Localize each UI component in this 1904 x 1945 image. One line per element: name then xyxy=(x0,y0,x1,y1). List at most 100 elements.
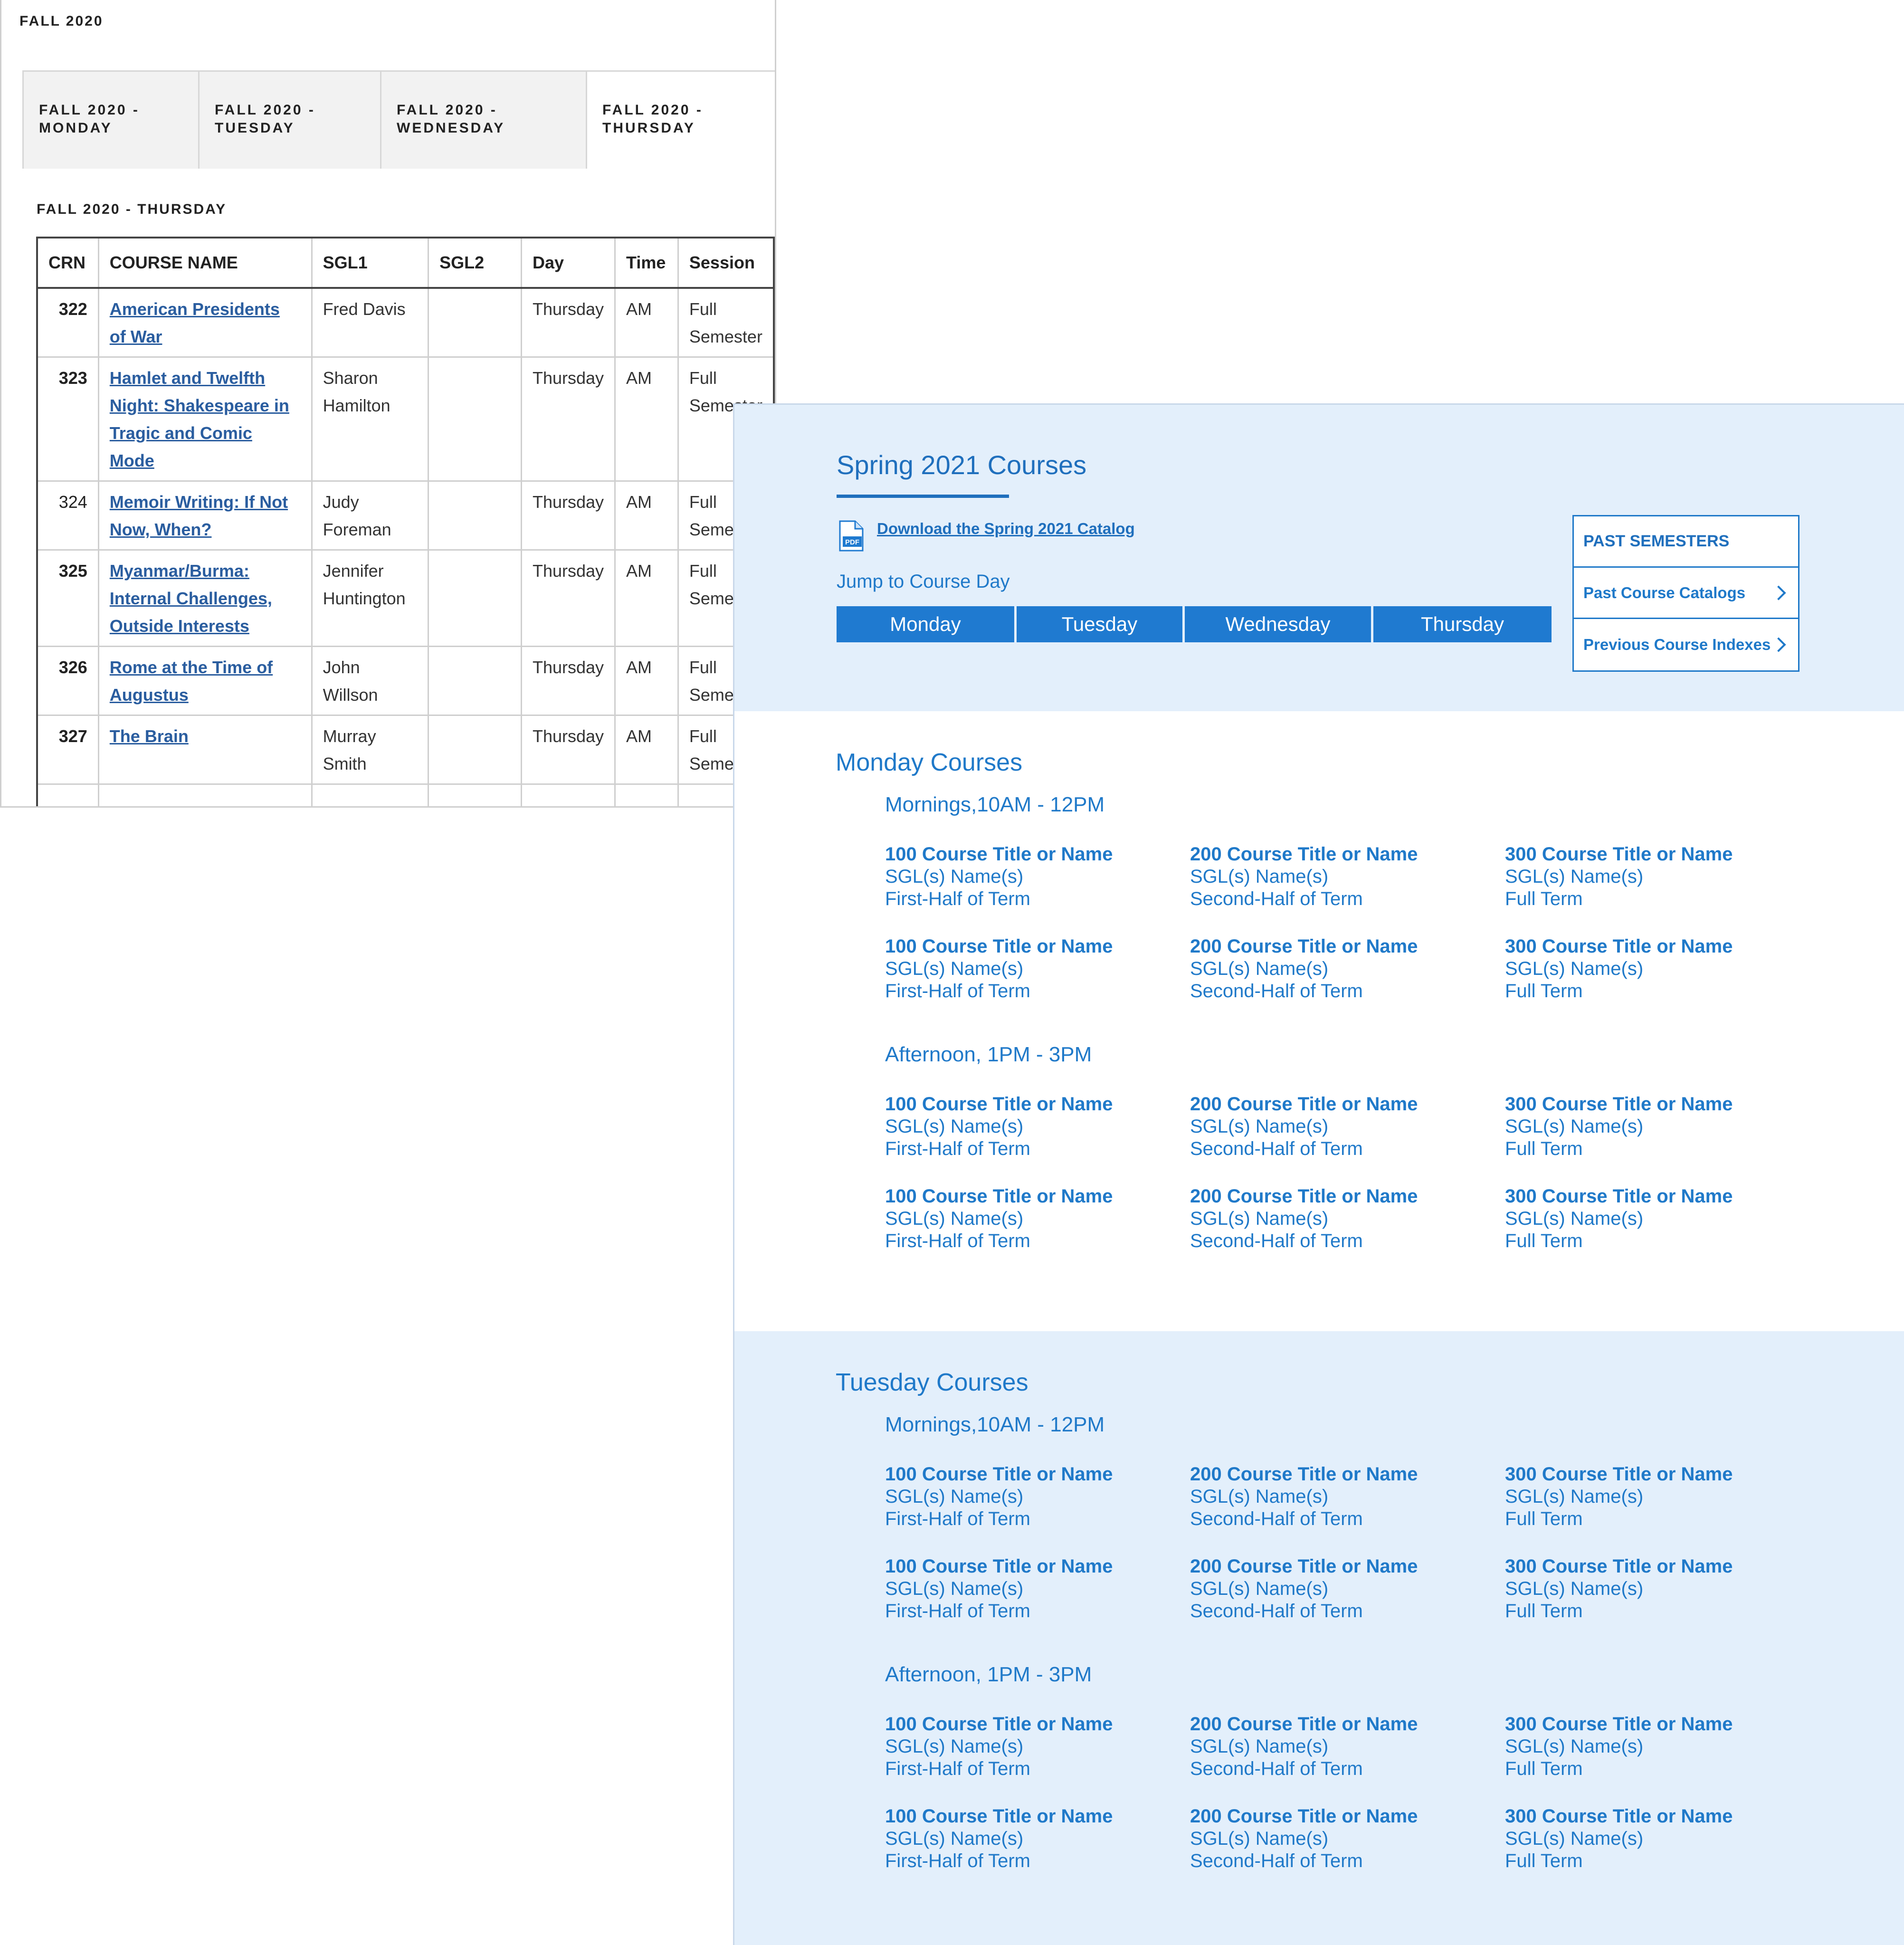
period-title: Afternoon, 1PM - 3PM xyxy=(885,1043,1092,1066)
course-table: CRN COURSE NAME SGL1 SGL2 Day Time Sessi… xyxy=(36,237,775,806)
course-title-link[interactable]: 100 Course Title or Name xyxy=(885,935,1113,958)
course-link[interactable]: Memoir Writing: If Not Now, When? xyxy=(110,492,288,539)
course-link[interactable]: Hamlet and Twelfth Night: Shakespeare in… xyxy=(110,368,289,470)
cell-crn: 325 xyxy=(36,549,99,647)
monday-button[interactable]: Monday xyxy=(837,606,1014,642)
course-title-link[interactable]: 100 Course Title or Name xyxy=(885,1093,1113,1116)
course-title-link[interactable]: 100 Course Title or Name xyxy=(885,1805,1113,1828)
period-title: Mornings,10AM - 12PM xyxy=(885,793,1105,816)
course-term: Full Term xyxy=(1505,1601,1583,1621)
course-sgl-names: SGL(s) Name(s) xyxy=(1190,1828,1329,1849)
cell-sgl1 xyxy=(311,783,429,806)
table-row: 326 Rome at the Time of Augustus John Wi… xyxy=(36,646,775,716)
cell-time: AM xyxy=(614,646,679,716)
course-sgl-names: SGL(s) Name(s) xyxy=(1505,866,1644,887)
course-sgl-names: SGL(s) Name(s) xyxy=(1190,1208,1329,1229)
course-title-link[interactable]: 300 Course Title or Name xyxy=(1505,843,1733,866)
course-item: 200 Course Title or Name SGL(s) Name(s) Se… xyxy=(1190,1805,1418,1872)
course-sgl-names: SGL(s) Name(s) xyxy=(885,866,1024,887)
header-sgl1: SGL1 xyxy=(311,237,429,289)
course-sgl-names: SGL(s) Name(s) xyxy=(885,1116,1024,1137)
course-term: First-Half of Term xyxy=(885,888,1030,909)
cell-course-name: The Brain xyxy=(97,715,313,785)
course-term: Full Term xyxy=(1505,1508,1583,1529)
course-term: First-Half of Term xyxy=(885,1758,1030,1779)
course-title-link[interactable]: 100 Course Title or Name xyxy=(885,1463,1113,1486)
course-term: Second-Half of Term xyxy=(1190,1758,1363,1779)
course-title-link[interactable]: 300 Course Title or Name xyxy=(1505,1463,1733,1486)
course-sgl-names: SGL(s) Name(s) xyxy=(1190,1486,1329,1507)
cell-crn xyxy=(36,783,99,806)
cell-course-name: Memoir Writing: If Not Now, When? xyxy=(97,480,313,551)
course-sgl-names: SGL(s) Name(s) xyxy=(1505,1486,1644,1507)
course-link[interactable]: American Presidents of War xyxy=(110,299,280,346)
course-sgl-names: SGL(s) Name(s) xyxy=(885,1736,1024,1757)
cell-sgl2 xyxy=(428,783,522,806)
course-title-link[interactable]: 200 Course Title or Name xyxy=(1190,1185,1418,1208)
title-underline xyxy=(837,495,1009,498)
course-title-link[interactable]: 200 Course Title or Name xyxy=(1190,1463,1418,1486)
cell-day: Thursday xyxy=(520,549,616,647)
course-title-link[interactable]: 300 Course Title or Name xyxy=(1505,1555,1733,1578)
course-sgl-names: SGL(s) Name(s) xyxy=(1190,866,1329,887)
course-title-link[interactable]: 300 Course Title or Name xyxy=(1505,1093,1733,1116)
course-link[interactable]: Myanmar/Burma: Internal Challenges, Outs… xyxy=(110,561,272,636)
course-term: Second-Half of Term xyxy=(1190,1138,1363,1159)
cell-course-name: Rome at the Time of Augustus xyxy=(97,646,313,716)
course-item: 100 Course Title or Name SGL(s) Name(s) Fi… xyxy=(885,1713,1113,1780)
course-title-link[interactable]: 100 Course Title or Name xyxy=(885,1555,1113,1578)
tuesday-courses-section: Tuesday Courses Mornings,10AM - 12PM 100 … xyxy=(734,1331,1904,1945)
course-title-link[interactable]: 300 Course Title or Name xyxy=(1505,1805,1733,1828)
header-sgl2: SGL2 xyxy=(428,237,522,289)
wednesday-button[interactable]: Wednesday xyxy=(1185,606,1371,642)
cell-course-name: Myanmar/Burma: Internal Challenges, Outs… xyxy=(97,549,313,647)
pdf-icon[interactable]: PDF xyxy=(838,520,865,552)
download-catalog-link[interactable]: Download the Spring 2021 Catalog xyxy=(877,520,1135,538)
course-title-link[interactable]: 200 Course Title or Name xyxy=(1190,1713,1418,1735)
past-course-catalogs-link[interactable]: Past Course Catalogs xyxy=(1574,568,1798,619)
course-item: 300 Course Title or Name SGL(s) Name(s) Fu… xyxy=(1505,1463,1733,1530)
tab-tuesday[interactable]: FALL 2020 - TUESDAY xyxy=(198,72,380,169)
course-title-link[interactable]: 200 Course Title or Name xyxy=(1190,843,1418,866)
course-title-link[interactable]: 200 Course Title or Name xyxy=(1190,1093,1418,1116)
page-title: FALL 2020 xyxy=(19,13,104,29)
link-label: Previous Course Indexes xyxy=(1583,636,1771,653)
tab-thursday[interactable]: FALL 2020 - THURSDAY xyxy=(586,72,775,169)
cell-day: Thursday xyxy=(520,646,616,716)
course-title-link[interactable]: 200 Course Title or Name xyxy=(1190,935,1418,958)
course-title-link[interactable]: 200 Course Title or Name xyxy=(1190,1555,1418,1578)
course-title-link[interactable]: 200 Course Title or Name xyxy=(1190,1805,1418,1828)
cell-day: Thursday xyxy=(520,480,616,551)
course-term: Second-Half of Term xyxy=(1190,1230,1363,1251)
course-item: 200 Course Title or Name SGL(s) Name(s) Se… xyxy=(1190,935,1418,1002)
course-title-link[interactable]: 100 Course Title or Name xyxy=(885,843,1113,866)
course-term: Full Term xyxy=(1505,1230,1583,1251)
course-title-link[interactable]: 100 Course Title or Name xyxy=(885,1185,1113,1208)
thursday-button[interactable]: Thursday xyxy=(1373,606,1552,642)
cell-sgl1: Judy Foreman xyxy=(311,480,429,551)
course-title-link[interactable]: 100 Course Title or Name xyxy=(885,1713,1113,1735)
tuesday-button[interactable]: Tuesday xyxy=(1017,606,1182,642)
tab-wednesday[interactable]: FALL 2020 - WEDNESDAY xyxy=(380,72,586,169)
course-term: Second-Half of Term xyxy=(1190,888,1363,909)
course-item: 200 Course Title or Name SGL(s) Name(s) Se… xyxy=(1190,1463,1418,1530)
course-link[interactable]: Rome at the Time of Augustus xyxy=(110,658,273,705)
previous-course-indexes-link[interactable]: Previous Course Indexes xyxy=(1574,619,1798,670)
course-item: 100 Course Title or Name SGL(s) Name(s) Fi… xyxy=(885,843,1113,910)
course-term: Second-Half of Term xyxy=(1190,981,1363,1001)
course-title-link[interactable]: 300 Course Title or Name xyxy=(1505,1185,1733,1208)
header-time: Time xyxy=(614,237,679,289)
cell-day xyxy=(520,783,616,806)
cell-sgl2 xyxy=(428,480,522,551)
day-title: Tuesday Courses xyxy=(836,1369,1028,1396)
course-title-link[interactable]: 300 Course Title or Name xyxy=(1505,1713,1733,1735)
cell-session: Full Semester xyxy=(677,287,775,358)
cell-day: Thursday xyxy=(520,715,616,785)
course-title-link[interactable]: 300 Course Title or Name xyxy=(1505,935,1733,958)
course-link[interactable]: The Brain xyxy=(110,726,189,746)
cell-sgl1: Fred Davis xyxy=(311,287,429,358)
course-sgl-names: SGL(s) Name(s) xyxy=(1190,1578,1329,1599)
cell-sgl2 xyxy=(428,646,522,716)
tab-monday[interactable]: FALL 2020 - MONDAY xyxy=(22,72,198,169)
course-sgl-names: SGL(s) Name(s) xyxy=(1190,1736,1329,1757)
